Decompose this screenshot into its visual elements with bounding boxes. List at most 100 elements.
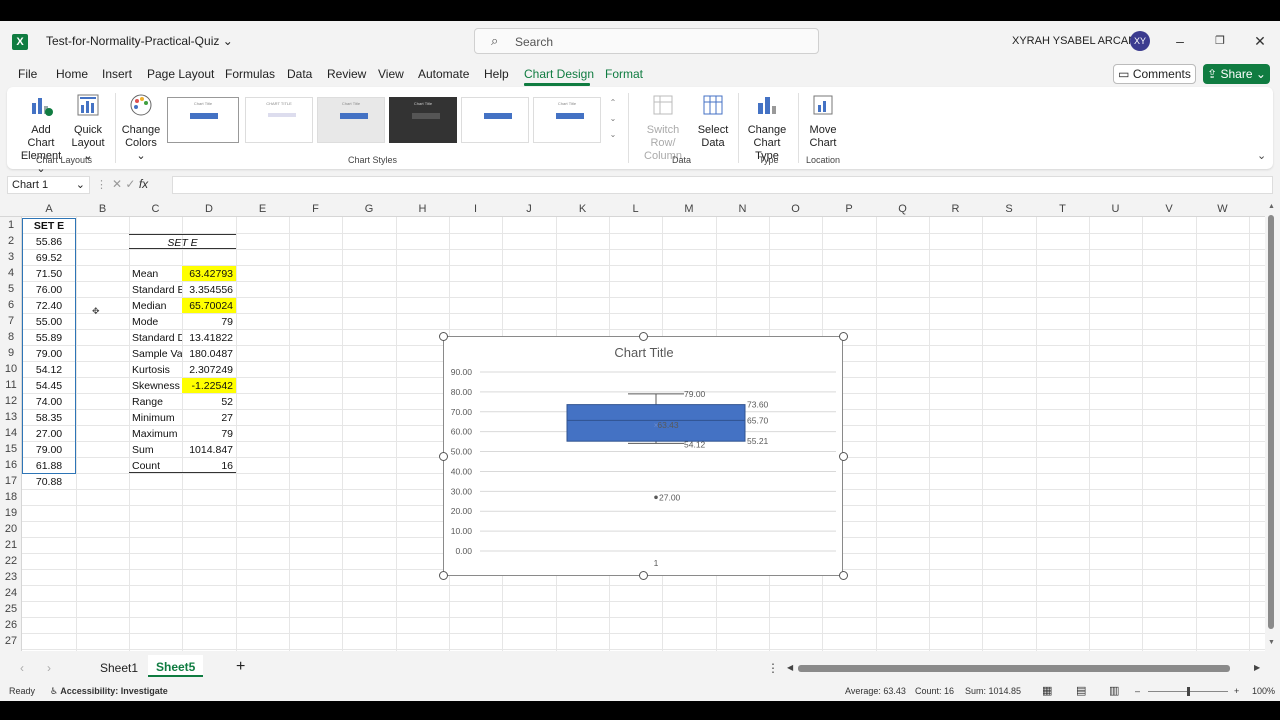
chart-style-2[interactable]: CHART TITLE xyxy=(245,97,313,143)
column-header-e[interactable]: E xyxy=(236,203,289,215)
menu-data[interactable]: Data xyxy=(287,67,312,81)
stat-value-standard-e[interactable]: 3.354556 xyxy=(182,282,236,297)
formula-input[interactable] xyxy=(172,176,1273,194)
more-options-icon[interactable]: ⋮ xyxy=(767,661,779,675)
column-header-t[interactable]: T xyxy=(1036,203,1089,215)
stat-label-range[interactable]: Range xyxy=(129,394,182,409)
row-header-3[interactable]: 3 xyxy=(0,251,22,263)
resize-handle[interactable] xyxy=(839,452,848,461)
row-header-11[interactable]: 11 xyxy=(0,379,22,391)
row-header-25[interactable]: 25 xyxy=(0,603,22,615)
column-header-p[interactable]: P xyxy=(822,203,876,215)
cell-a12[interactable]: 74.00 xyxy=(22,394,76,409)
column-header-i[interactable]: I xyxy=(449,203,502,215)
page-break-view-icon[interactable]: ▥ xyxy=(1109,684,1119,697)
box-whisker-chart[interactable]: Chart Title 0.00 10.00 20.00 30.00 40.00 50.00… xyxy=(443,336,843,576)
stat-value-count[interactable]: 16 xyxy=(182,458,236,473)
row-header-12[interactable]: 12 xyxy=(0,395,22,407)
stat-label-maximum[interactable]: Maximum xyxy=(129,426,182,441)
change-colors-button[interactable]: Change Colors ⌄ xyxy=(119,93,163,163)
menu-file[interactable]: File xyxy=(18,67,37,81)
stat-value-standard-d[interactable]: 13.41822 xyxy=(182,330,236,345)
row-header-26[interactable]: 26 xyxy=(0,619,22,631)
stat-label-median[interactable]: Median xyxy=(129,298,182,313)
more-icon[interactable]: ⋮ xyxy=(96,178,107,191)
column-header-u[interactable]: U xyxy=(1089,203,1142,215)
zoom-slider-thumb[interactable] xyxy=(1187,687,1190,696)
cell-a13[interactable]: 58.35 xyxy=(22,410,76,425)
stat-label-skewness[interactable]: Skewness xyxy=(129,378,182,393)
stat-label-standard-d[interactable]: Standard D xyxy=(129,330,182,345)
move-chart-button[interactable]: Move Chart xyxy=(803,93,843,150)
styles-scroll[interactable]: ⌃ ⌄ ⌄ xyxy=(607,95,619,143)
row-header-8[interactable]: 8 xyxy=(0,331,22,343)
column-header-g[interactable]: G xyxy=(342,203,396,215)
menu-automate[interactable]: Automate xyxy=(418,67,469,81)
chart-style-3[interactable]: Chart Title xyxy=(317,97,385,143)
column-header-a[interactable]: A xyxy=(22,203,76,215)
row-header-21[interactable]: 21 xyxy=(0,539,22,551)
scroll-right-icon[interactable]: ▶ xyxy=(1254,663,1260,672)
zoom-out-icon[interactable]: – xyxy=(1135,686,1140,696)
stat-label-sample-va[interactable]: Sample Va xyxy=(129,346,182,361)
cell-a4[interactable]: 71.50 xyxy=(22,266,76,281)
chart-style-6[interactable]: Chart Title xyxy=(533,97,601,143)
row-header-18[interactable]: 18 xyxy=(0,491,22,503)
stat-value-median[interactable]: 65.70024 xyxy=(182,298,236,313)
stat-label-standard-e[interactable]: Standard E xyxy=(129,282,182,297)
cancel-icon[interactable]: ✕ xyxy=(112,177,122,191)
stat-value-range[interactable]: 52 xyxy=(182,394,236,409)
row-header-5[interactable]: 5 xyxy=(0,283,22,295)
vertical-scroll-thumb[interactable] xyxy=(1268,215,1274,629)
stat-label-count[interactable]: Count xyxy=(129,458,182,473)
column-header-s[interactable]: S xyxy=(982,203,1036,215)
zoom-level[interactable]: 100% xyxy=(1252,686,1275,696)
comments-button[interactable]: ▭ Comments xyxy=(1113,64,1196,84)
file-name[interactable]: Test-for-Normality-Practical-Quiz ⌄ xyxy=(46,34,233,48)
row-header-2[interactable]: 2 xyxy=(0,235,22,247)
column-header-c[interactable]: C xyxy=(129,203,182,215)
row-header-15[interactable]: 15 xyxy=(0,443,22,455)
stat-value-sample-va[interactable]: 180.0487 xyxy=(182,346,236,361)
column-header-k[interactable]: K xyxy=(556,203,609,215)
column-header-v[interactable]: V xyxy=(1142,203,1196,215)
cell-a2[interactable]: 55.86 xyxy=(22,234,76,249)
stat-value-skewness[interactable]: -1.22542 xyxy=(182,378,236,393)
resize-handle[interactable] xyxy=(639,332,648,341)
fx-icon[interactable]: fx xyxy=(139,177,148,191)
cell-a10[interactable]: 54.12 xyxy=(22,362,76,377)
resize-handle[interactable] xyxy=(439,571,448,580)
row-header-23[interactable]: 23 xyxy=(0,571,22,583)
column-header-j[interactable]: J xyxy=(502,203,556,215)
column-header-w[interactable]: W xyxy=(1196,203,1249,215)
row-header-19[interactable]: 19 xyxy=(0,507,22,519)
column-header-h[interactable]: H xyxy=(396,203,449,215)
row-header-14[interactable]: 14 xyxy=(0,427,22,439)
resize-handle[interactable] xyxy=(839,571,848,580)
vertical-scrollbar[interactable]: ▲ ▼ xyxy=(1265,201,1280,651)
column-header-q[interactable]: Q xyxy=(876,203,929,215)
scroll-left-icon[interactable]: ◀ xyxy=(787,663,793,672)
cell-a3[interactable]: 69.52 xyxy=(22,250,76,265)
column-header-r[interactable]: R xyxy=(929,203,982,215)
zoom-in-icon[interactable]: + xyxy=(1234,686,1239,696)
check-icon[interactable]: ✓ xyxy=(125,177,135,191)
cell-a6[interactable]: 72.40 xyxy=(22,298,76,313)
menu-page-layout[interactable]: Page Layout xyxy=(147,67,214,81)
menu-home[interactable]: Home xyxy=(56,67,88,81)
column-header-d[interactable]: D xyxy=(182,203,236,215)
select-data-button[interactable]: Select Data xyxy=(693,93,733,150)
stat-value-maximum[interactable]: 79 xyxy=(182,426,236,441)
scroll-up-icon[interactable]: ▲ xyxy=(1268,203,1275,210)
cell-a15[interactable]: 79.00 xyxy=(22,442,76,457)
stat-value-minimum[interactable]: 27 xyxy=(182,410,236,425)
normal-view-icon[interactable]: ▦ xyxy=(1042,684,1052,697)
column-header-f[interactable]: F xyxy=(289,203,342,215)
chart-style-4[interactable]: Chart Title xyxy=(389,97,457,143)
menu-help[interactable]: Help xyxy=(484,67,509,81)
menu-formulas[interactable]: Formulas xyxy=(225,67,275,81)
column-header-m[interactable]: M xyxy=(662,203,716,215)
cell-a9[interactable]: 79.00 xyxy=(22,346,76,361)
row-header-17[interactable]: 17 xyxy=(0,475,22,487)
stat-value-sum[interactable]: 1014.847 xyxy=(182,442,236,457)
